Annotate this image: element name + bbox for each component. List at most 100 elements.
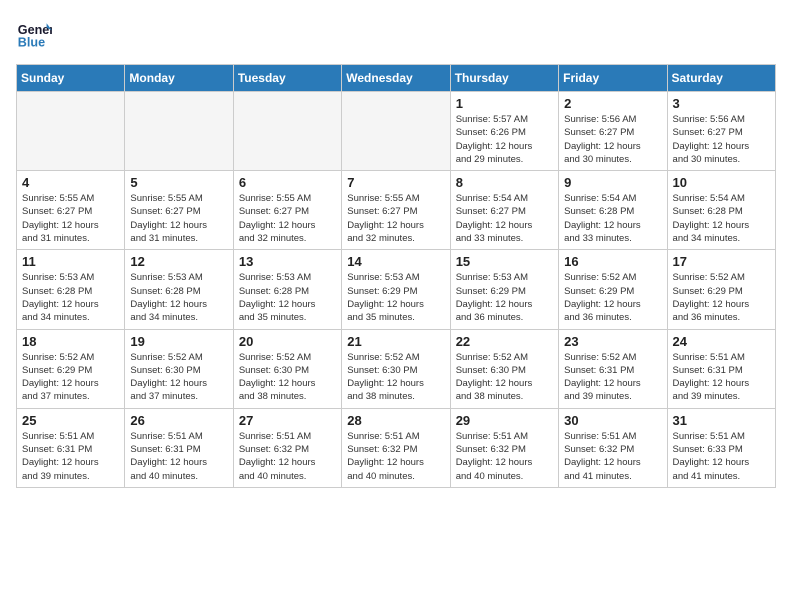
day-info: Sunrise: 5:52 AM Sunset: 6:29 PM Dayligh… <box>673 271 770 324</box>
day-number: 26 <box>130 413 227 428</box>
calendar-header-saturday: Saturday <box>667 65 775 92</box>
day-number: 22 <box>456 334 553 349</box>
day-number: 27 <box>239 413 336 428</box>
day-number: 29 <box>456 413 553 428</box>
calendar-cell: 6 Sunrise: 5:55 AM Sunset: 6:27 PM Daylig… <box>233 171 341 250</box>
day-info: Sunrise: 5:52 AM Sunset: 6:29 PM Dayligh… <box>564 271 661 324</box>
calendar-cell: 7 Sunrise: 5:55 AM Sunset: 6:27 PM Daylig… <box>342 171 450 250</box>
day-number: 30 <box>564 413 661 428</box>
calendar-week-row: 25 Sunrise: 5:51 AM Sunset: 6:31 PM Dayli… <box>17 408 776 487</box>
day-info: Sunrise: 5:53 AM Sunset: 6:28 PM Dayligh… <box>22 271 119 324</box>
calendar-cell: 22Sunrise: 5:52 AM Sunset: 6:30 PM Dayli… <box>450 329 558 408</box>
logo: General Blue <box>16 16 56 52</box>
calendar-cell: 9Sunrise: 5:54 AM Sunset: 6:28 PM Daylig… <box>559 171 667 250</box>
calendar-cell: 2 Sunrise: 5:56 AM Sunset: 6:27 PM Daylig… <box>559 92 667 171</box>
day-number: 21 <box>347 334 444 349</box>
calendar-cell: 4 Sunrise: 5:55 AM Sunset: 6:27 PM Daylig… <box>17 171 125 250</box>
calendar-header-thursday: Thursday <box>450 65 558 92</box>
calendar-cell: 1 Sunrise: 5:57 AM Sunset: 6:26 PM Daylig… <box>450 92 558 171</box>
day-number: 11 <box>22 254 119 269</box>
day-info: Sunrise: 5:51 AM Sunset: 6:32 PM Dayligh… <box>564 430 661 483</box>
day-info: Sunrise: 5:55 AM Sunset: 6:27 PM Dayligh… <box>239 192 336 245</box>
day-info: Sunrise: 5:51 AM Sunset: 6:33 PM Dayligh… <box>673 430 770 483</box>
calendar-cell: 15Sunrise: 5:53 AM Sunset: 6:29 PM Dayli… <box>450 250 558 329</box>
calendar-cell: 27 Sunrise: 5:51 AM Sunset: 6:32 PM Dayli… <box>233 408 341 487</box>
calendar-cell: 20 Sunrise: 5:52 AM Sunset: 6:30 PM Dayli… <box>233 329 341 408</box>
day-number: 17 <box>673 254 770 269</box>
calendar-cell: 25 Sunrise: 5:51 AM Sunset: 6:31 PM Dayli… <box>17 408 125 487</box>
day-info: Sunrise: 5:53 AM Sunset: 6:29 PM Dayligh… <box>347 271 444 324</box>
calendar-cell: 14 Sunrise: 5:53 AM Sunset: 6:29 PM Dayli… <box>342 250 450 329</box>
calendar-cell: 24 Sunrise: 5:51 AM Sunset: 6:31 PM Dayli… <box>667 329 775 408</box>
day-number: 8 <box>456 175 553 190</box>
calendar-cell: 3 Sunrise: 5:56 AM Sunset: 6:27 PM Daylig… <box>667 92 775 171</box>
day-info: Sunrise: 5:52 AM Sunset: 6:30 PM Dayligh… <box>130 351 227 404</box>
day-info: Sunrise: 5:51 AM Sunset: 6:31 PM Dayligh… <box>673 351 770 404</box>
day-number: 31 <box>673 413 770 428</box>
calendar-cell: 12Sunrise: 5:53 AM Sunset: 6:28 PM Dayli… <box>125 250 233 329</box>
day-number: 3 <box>673 96 770 111</box>
calendar-cell: 18 Sunrise: 5:52 AM Sunset: 6:29 PM Dayli… <box>17 329 125 408</box>
day-info: Sunrise: 5:56 AM Sunset: 6:27 PM Dayligh… <box>564 113 661 166</box>
day-number: 25 <box>22 413 119 428</box>
calendar-cell: 16 Sunrise: 5:52 AM Sunset: 6:29 PM Dayli… <box>559 250 667 329</box>
day-info: Sunrise: 5:56 AM Sunset: 6:27 PM Dayligh… <box>673 113 770 166</box>
day-number: 7 <box>347 175 444 190</box>
day-info: Sunrise: 5:51 AM Sunset: 6:32 PM Dayligh… <box>239 430 336 483</box>
logo-icon: General Blue <box>16 16 52 52</box>
day-info: Sunrise: 5:53 AM Sunset: 6:28 PM Dayligh… <box>239 271 336 324</box>
calendar-cell: 13 Sunrise: 5:53 AM Sunset: 6:28 PM Dayli… <box>233 250 341 329</box>
day-number: 13 <box>239 254 336 269</box>
day-info: Sunrise: 5:51 AM Sunset: 6:31 PM Dayligh… <box>130 430 227 483</box>
calendar-week-row: 4 Sunrise: 5:55 AM Sunset: 6:27 PM Daylig… <box>17 171 776 250</box>
day-number: 23 <box>564 334 661 349</box>
day-number: 28 <box>347 413 444 428</box>
day-info: Sunrise: 5:51 AM Sunset: 6:32 PM Dayligh… <box>347 430 444 483</box>
calendar-cell: 28 Sunrise: 5:51 AM Sunset: 6:32 PM Dayli… <box>342 408 450 487</box>
calendar-cell: 26 Sunrise: 5:51 AM Sunset: 6:31 PM Dayli… <box>125 408 233 487</box>
day-info: Sunrise: 5:51 AM Sunset: 6:32 PM Dayligh… <box>456 430 553 483</box>
calendar-cell: 19 Sunrise: 5:52 AM Sunset: 6:30 PM Dayli… <box>125 329 233 408</box>
day-info: Sunrise: 5:51 AM Sunset: 6:31 PM Dayligh… <box>22 430 119 483</box>
day-number: 5 <box>130 175 227 190</box>
calendar-cell: 11 Sunrise: 5:53 AM Sunset: 6:28 PM Dayli… <box>17 250 125 329</box>
day-number: 12 <box>130 254 227 269</box>
calendar-cell <box>125 92 233 171</box>
calendar-cell <box>233 92 341 171</box>
calendar-cell <box>342 92 450 171</box>
calendar-cell: 29 Sunrise: 5:51 AM Sunset: 6:32 PM Dayli… <box>450 408 558 487</box>
day-info: Sunrise: 5:55 AM Sunset: 6:27 PM Dayligh… <box>130 192 227 245</box>
day-number: 16 <box>564 254 661 269</box>
day-number: 9 <box>564 175 661 190</box>
day-number: 14 <box>347 254 444 269</box>
calendar-cell <box>17 92 125 171</box>
day-info: Sunrise: 5:55 AM Sunset: 6:27 PM Dayligh… <box>347 192 444 245</box>
calendar-week-row: 18 Sunrise: 5:52 AM Sunset: 6:29 PM Dayli… <box>17 329 776 408</box>
day-number: 20 <box>239 334 336 349</box>
day-number: 19 <box>130 334 227 349</box>
day-number: 4 <box>22 175 119 190</box>
svg-text:Blue: Blue <box>18 36 45 50</box>
calendar-header-wednesday: Wednesday <box>342 65 450 92</box>
calendar-header-tuesday: Tuesday <box>233 65 341 92</box>
day-info: Sunrise: 5:57 AM Sunset: 6:26 PM Dayligh… <box>456 113 553 166</box>
calendar-header-monday: Monday <box>125 65 233 92</box>
day-info: Sunrise: 5:55 AM Sunset: 6:27 PM Dayligh… <box>22 192 119 245</box>
calendar-header-friday: Friday <box>559 65 667 92</box>
day-number: 2 <box>564 96 661 111</box>
day-info: Sunrise: 5:52 AM Sunset: 6:30 PM Dayligh… <box>239 351 336 404</box>
day-info: Sunrise: 5:52 AM Sunset: 6:29 PM Dayligh… <box>22 351 119 404</box>
day-number: 18 <box>22 334 119 349</box>
calendar-cell: 10Sunrise: 5:54 AM Sunset: 6:28 PM Dayli… <box>667 171 775 250</box>
day-number: 10 <box>673 175 770 190</box>
day-info: Sunrise: 5:52 AM Sunset: 6:30 PM Dayligh… <box>347 351 444 404</box>
day-number: 1 <box>456 96 553 111</box>
day-info: Sunrise: 5:54 AM Sunset: 6:27 PM Dayligh… <box>456 192 553 245</box>
calendar-header-row: SundayMondayTuesdayWednesdayThursdayFrid… <box>17 65 776 92</box>
calendar-cell: 30 Sunrise: 5:51 AM Sunset: 6:32 PM Dayli… <box>559 408 667 487</box>
calendar-week-row: 11 Sunrise: 5:53 AM Sunset: 6:28 PM Dayli… <box>17 250 776 329</box>
day-number: 6 <box>239 175 336 190</box>
day-number: 24 <box>673 334 770 349</box>
page-header: General Blue <box>16 16 776 52</box>
calendar-cell: 31 Sunrise: 5:51 AM Sunset: 6:33 PM Dayli… <box>667 408 775 487</box>
